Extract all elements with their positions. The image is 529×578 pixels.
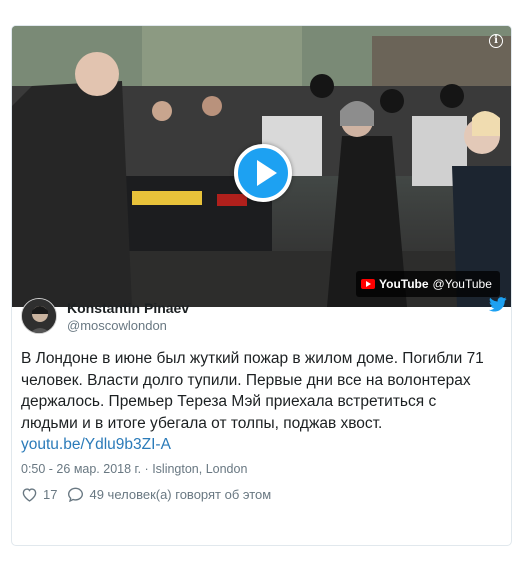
tweet-location[interactable]: Islington, London [152, 462, 247, 476]
like-action[interactable]: 17 [21, 487, 57, 502]
youtube-attribution-badge[interactable]: YouTube @YouTube [356, 271, 500, 297]
video-thumbnail[interactable]: i YouTube @YouTube [12, 26, 511, 307]
author-display-name[interactable]: Konstantin Pinaev [67, 299, 189, 317]
reply-action[interactable]: 49 человек(а) говорят об этом [67, 487, 271, 502]
tweet-actions: 17 49 человек(а) говорят об этом [21, 487, 281, 502]
heart-icon [22, 488, 37, 502]
tweet-body: В Лондоне в июне был жуткий пожар в жило… [21, 350, 484, 432]
tweet-meta: 0:50 - 26 мар. 2018 г. · Islington, Lond… [21, 462, 247, 476]
like-count: 17 [43, 487, 58, 502]
play-icon [257, 160, 277, 186]
youtube-logo-icon [361, 279, 375, 289]
tweet-text: В Лондоне в июне был жуткий пожар в жило… [21, 348, 491, 456]
avatar[interactable] [21, 298, 57, 334]
author-names: Konstantin Pinaev @moscowlondon [67, 299, 189, 334]
twitter-bird-icon[interactable] [489, 297, 507, 312]
tweet-author[interactable]: Konstantin Pinaev @moscowlondon [21, 298, 189, 334]
info-icon[interactable]: i [489, 34, 503, 48]
author-handle[interactable]: @moscowlondon [67, 317, 189, 334]
tweet-link[interactable]: youtu.be/Ydlu9b3ZI-A [21, 436, 171, 453]
conversation-count: 49 человек(а) говорят об этом [89, 487, 272, 502]
play-button[interactable] [234, 144, 292, 202]
youtube-channel-label: @YouTube [432, 277, 492, 291]
tweet-timestamp[interactable]: 0:50 - 26 мар. 2018 г. [21, 462, 141, 476]
speech-bubble-icon [68, 487, 84, 502]
avatar-image [22, 299, 56, 333]
meta-separator: · [144, 462, 149, 476]
youtube-brand-label: YouTube [379, 277, 429, 291]
